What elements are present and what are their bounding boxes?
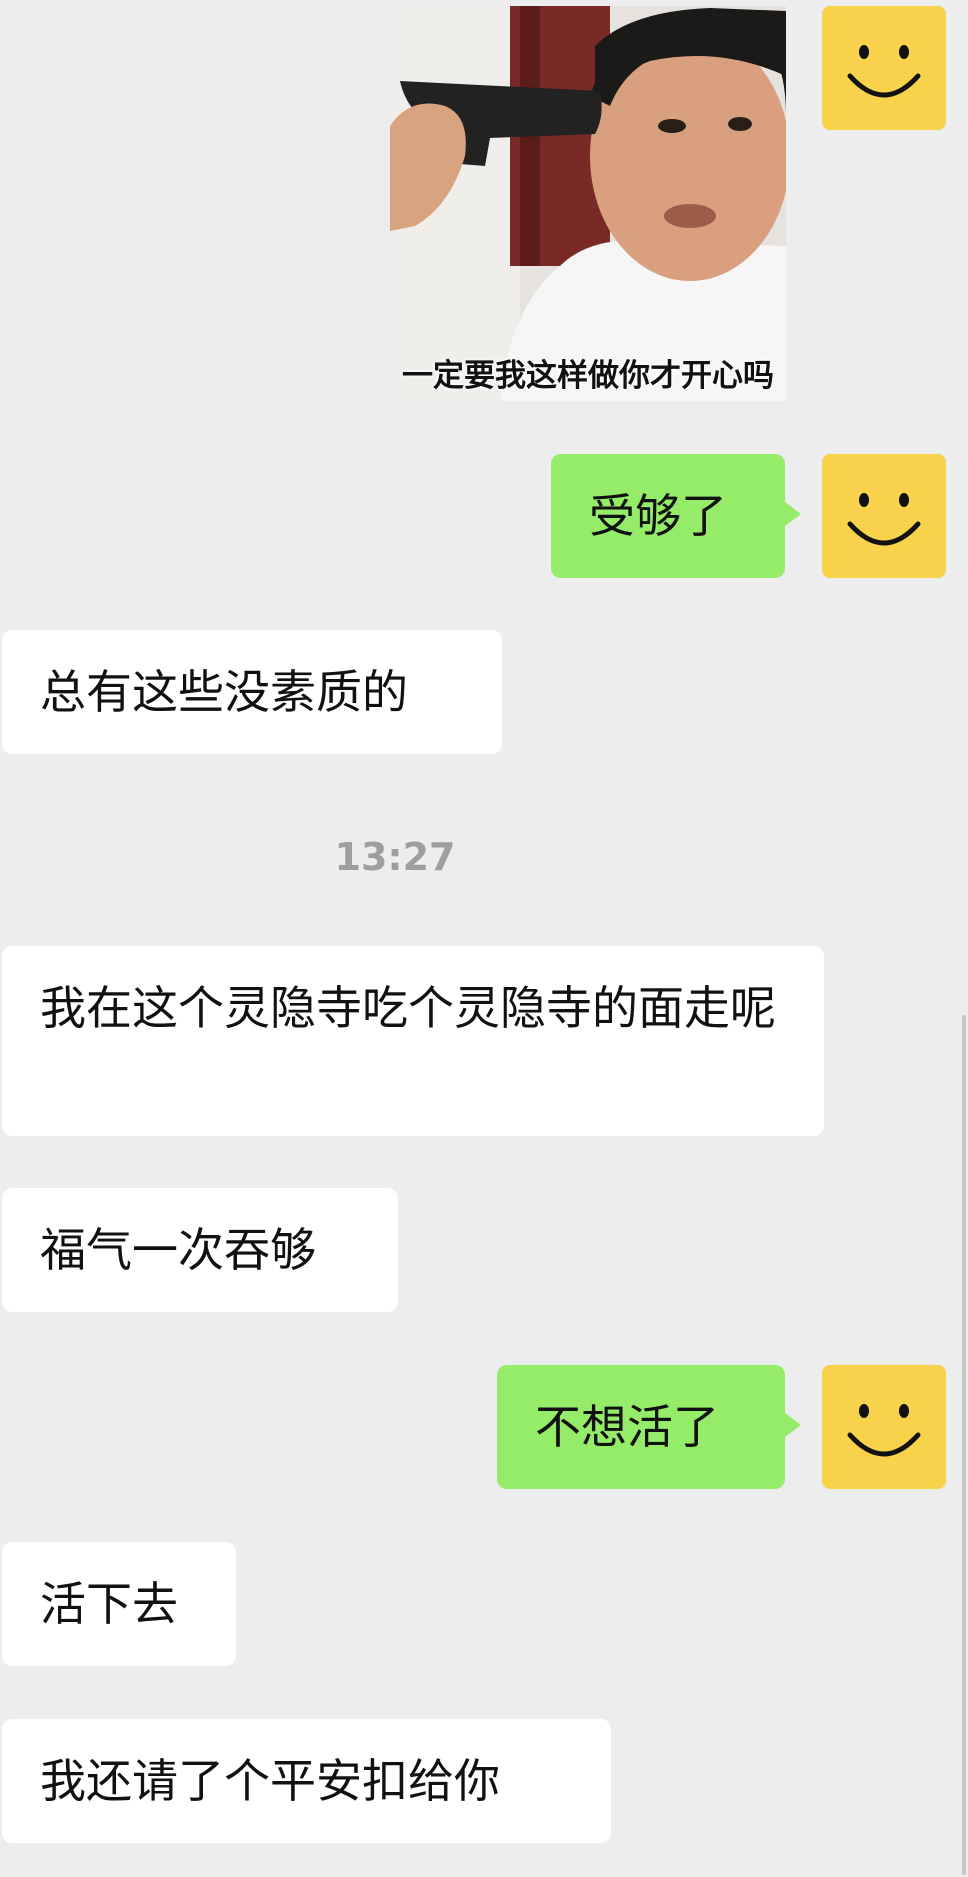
message-text: 福气一次吞够	[40, 1223, 316, 1277]
meme-photo	[390, 6, 786, 401]
meme-image[interactable]: 一定要我这样做你才开心吗	[390, 6, 786, 401]
avatar[interactable]	[822, 6, 946, 130]
message-text: 受够了	[589, 489, 727, 543]
received-message-bubble[interactable]: 总有这些没素质的	[2, 630, 502, 754]
chat-window: 一定要我这样做你才开心吗 受够了 总有这些没素质的 13:27 我在这个灵隐寺吃…	[0, 0, 968, 1877]
received-message-bubble[interactable]: 我在这个灵隐寺吃个灵隐寺的面走呢	[2, 946, 824, 1136]
avatar[interactable]	[822, 1365, 946, 1489]
smiley-face-icon	[847, 45, 921, 98]
meme-caption: 一定要我这样做你才开心吗	[402, 358, 774, 394]
received-message-bubble[interactable]: 福气一次吞够	[2, 1188, 398, 1312]
received-message-bubble[interactable]: 活下去	[2, 1542, 236, 1666]
scrollbar[interactable]	[962, 1015, 966, 1875]
sent-message-bubble[interactable]: 不想活了	[497, 1365, 801, 1489]
received-message-bubble[interactable]: 我还请了个平安扣给你	[2, 1719, 611, 1843]
message-text: 我在这个灵隐寺吃个灵隐寺的面走呢	[40, 981, 776, 1035]
smiley-face-icon	[847, 493, 921, 546]
smiley-face-icon	[847, 1404, 921, 1457]
message-text: 活下去	[40, 1577, 178, 1631]
message-text: 总有这些没素质的	[40, 665, 408, 719]
timestamp: 13:27	[334, 835, 456, 879]
message-text: 我还请了个平安扣给你	[40, 1754, 500, 1808]
avatar[interactable]	[822, 454, 946, 578]
message-text: 不想活了	[535, 1400, 719, 1454]
sent-message-bubble[interactable]: 受够了	[551, 454, 801, 578]
